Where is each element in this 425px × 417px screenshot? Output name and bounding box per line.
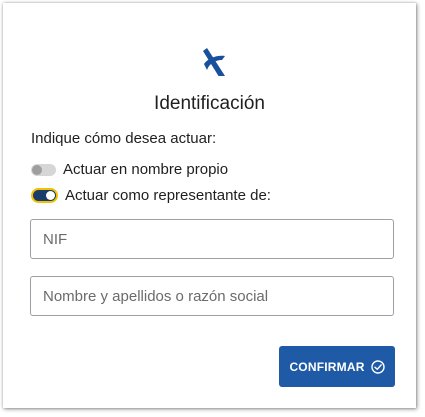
name-input[interactable] [30,276,394,316]
toggle-knob [32,164,42,175]
confirm-label: CONFIRMAR [289,359,365,374]
confirm-button[interactable]: CONFIRMAR [279,346,395,387]
toggle-off-icon[interactable] [31,163,56,176]
nif-input[interactable] [30,219,394,259]
check-circle-icon [370,359,385,374]
option-representante[interactable]: Actuar como representante de: [31,187,271,204]
option-label: Actuar en nombre propio [63,161,229,178]
action-prompt: Indique cómo desea actuar: [31,130,217,147]
identification-dialog: Identificación Indique cómo desea actuar… [3,3,416,408]
agencia-tributaria-logo-icon [203,48,225,76]
toggle-knob [46,191,55,200]
toggle-on-icon[interactable] [31,188,58,203]
dialog-title: Identificación [154,93,265,114]
option-nombre-propio[interactable]: Actuar en nombre propio [31,161,228,178]
option-label: Actuar como representante de: [65,187,271,204]
